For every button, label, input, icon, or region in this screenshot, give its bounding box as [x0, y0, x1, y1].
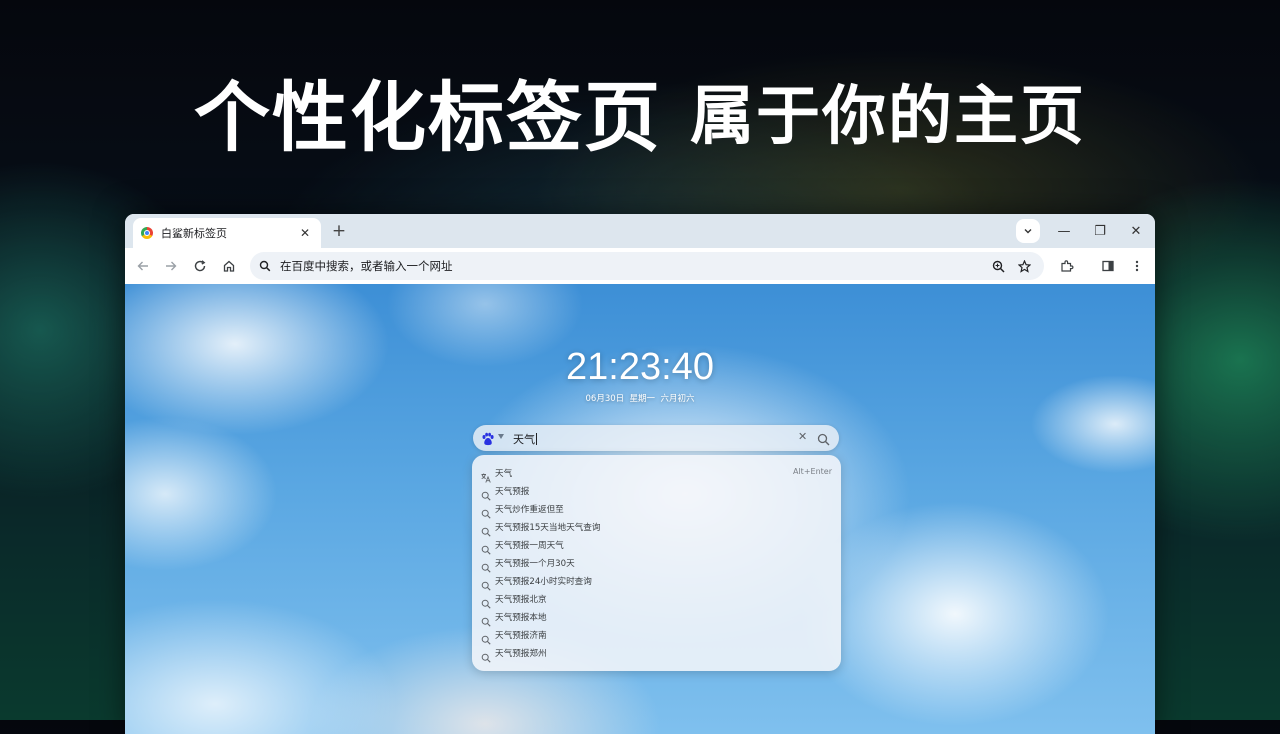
- suggestion-item[interactable]: 天气预报24小时实时查询: [472, 572, 841, 591]
- star-icon: [1017, 259, 1031, 273]
- search-icon: [481, 630, 491, 645]
- tab-search-button[interactable]: [1016, 219, 1040, 243]
- back-button[interactable]: [133, 256, 153, 276]
- address-bar-placeholder: 在百度中搜索，或者输入一个网址: [280, 259, 453, 273]
- clock: 21:23:40: [566, 346, 714, 388]
- search-icon: [481, 504, 491, 519]
- kebab-menu-icon: [1135, 260, 1139, 272]
- clear-search-button[interactable]: ✕: [798, 430, 807, 443]
- suggestion-dropdown: 天气 Alt+Enter 天气预报 天气炒作重返但至 天气预报15天当地天气查询…: [472, 455, 841, 671]
- search-icon: [481, 486, 491, 501]
- arrow-left-icon: [137, 261, 148, 271]
- side-panel-icon: [1102, 260, 1114, 272]
- suggestion-item[interactable]: 天气预报一周天气: [472, 536, 841, 555]
- search-icon: [481, 576, 491, 591]
- suggestion-item[interactable]: 天气 Alt+Enter: [472, 464, 841, 483]
- search-icon: [481, 594, 491, 609]
- engine-dropdown-caret[interactable]: [498, 434, 504, 439]
- bookmark-button[interactable]: [1016, 258, 1032, 274]
- shortcut-hint: Alt+Enter: [792, 467, 832, 476]
- suggestion-text: 天气: [495, 469, 513, 479]
- side-panel-button[interactable]: [1098, 256, 1118, 276]
- suggestion-item[interactable]: 天气预报一个月30天: [472, 554, 841, 573]
- baidu-paw-icon[interactable]: [481, 431, 495, 446]
- forward-button[interactable]: [161, 256, 181, 276]
- date-line: 06月30日 星期一 六月初六: [585, 394, 695, 404]
- restore-button[interactable]: ❐: [1085, 220, 1115, 242]
- suggestion-item[interactable]: 天气预报济南: [472, 626, 841, 645]
- search-icon: [258, 259, 272, 273]
- search-icon: [481, 558, 491, 573]
- suggestion-text: 天气预报15天当地天气查询: [495, 523, 601, 533]
- arrow-right-icon: [166, 261, 177, 271]
- tab-strip: 白鲨新标签页 ✕ + — ❐ ✕: [125, 214, 1155, 248]
- suggestion-item[interactable]: 天气预报北京: [472, 590, 841, 609]
- zoom-icon: [992, 260, 1005, 273]
- browser-toolbar: 在百度中搜索，或者输入一个网址: [125, 248, 1155, 284]
- new-tab-page: 21:23:40 06月30日 星期一 六月初六 天气 ✕ 天气 Alt+Ent…: [125, 284, 1155, 734]
- zoom-button[interactable]: [990, 258, 1006, 274]
- search-submit-button[interactable]: [817, 431, 831, 446]
- suggestion-item[interactable]: 天气预报郑州: [472, 644, 841, 663]
- suggestion-item[interactable]: 天气炒作重返但至: [472, 500, 841, 519]
- browser-window: 白鲨新标签页 ✕ + — ❐ ✕ 在百度中搜索，或者输入一个网址 21:23:4…: [125, 214, 1155, 734]
- address-bar[interactable]: 在百度中搜索，或者输入一个网址: [250, 252, 1044, 280]
- reload-icon: [194, 260, 206, 272]
- home-icon: [223, 260, 235, 272]
- tab-title: 白鲨新标签页: [161, 227, 227, 240]
- chevron-down-icon: [1024, 229, 1032, 234]
- suggestion-text: 天气炒作重返但至: [495, 505, 564, 515]
- reload-button[interactable]: [190, 256, 210, 276]
- puzzle-icon: [1061, 260, 1074, 272]
- suggestion-item[interactable]: 天气预报: [472, 482, 841, 501]
- search-icon: [481, 612, 491, 627]
- suggestion-item[interactable]: 天气预报15天当地天气查询: [472, 518, 841, 537]
- tab-close-button[interactable]: ✕: [297, 226, 313, 240]
- headline-main: 个性化标签页: [194, 73, 662, 162]
- search-icon: [481, 540, 491, 555]
- suggestion-text: 天气预报: [495, 487, 530, 497]
- close-window-button[interactable]: ✕: [1121, 220, 1151, 242]
- extensions-button[interactable]: [1057, 256, 1077, 276]
- search-icon: [481, 648, 491, 663]
- minimize-button[interactable]: —: [1049, 220, 1079, 242]
- suggestion-text: 天气预报24小时实时查询: [495, 577, 592, 587]
- home-button[interactable]: [219, 256, 239, 276]
- new-tab-button[interactable]: +: [329, 222, 349, 240]
- suggestion-text: 天气预报一个月30天: [495, 559, 575, 569]
- headline-sub: 属于你的主页: [690, 80, 1086, 154]
- search-icon: [817, 433, 830, 446]
- menu-button[interactable]: [1127, 256, 1147, 276]
- suggestion-text: 天气预报郑州: [495, 649, 547, 659]
- promo-headline: 个性化标签页 属于你的主页: [0, 56, 1280, 166]
- suggestion-text: 天气预报一周天气: [495, 541, 564, 551]
- suggestion-text: 天气预报本地: [495, 613, 547, 623]
- search-icon: [481, 522, 491, 537]
- search-box[interactable]: 天气 ✕: [473, 425, 839, 451]
- suggestion-item[interactable]: 天气预报本地: [472, 608, 841, 627]
- search-input[interactable]: 天气: [513, 431, 537, 447]
- tab-new-tab-page[interactable]: 白鲨新标签页 ✕: [133, 218, 321, 248]
- suggestion-text: 天气预报北京: [495, 595, 547, 605]
- chrome-icon: [141, 227, 153, 239]
- translate-icon: [481, 468, 491, 483]
- suggestion-text: 天气预报济南: [495, 631, 547, 641]
